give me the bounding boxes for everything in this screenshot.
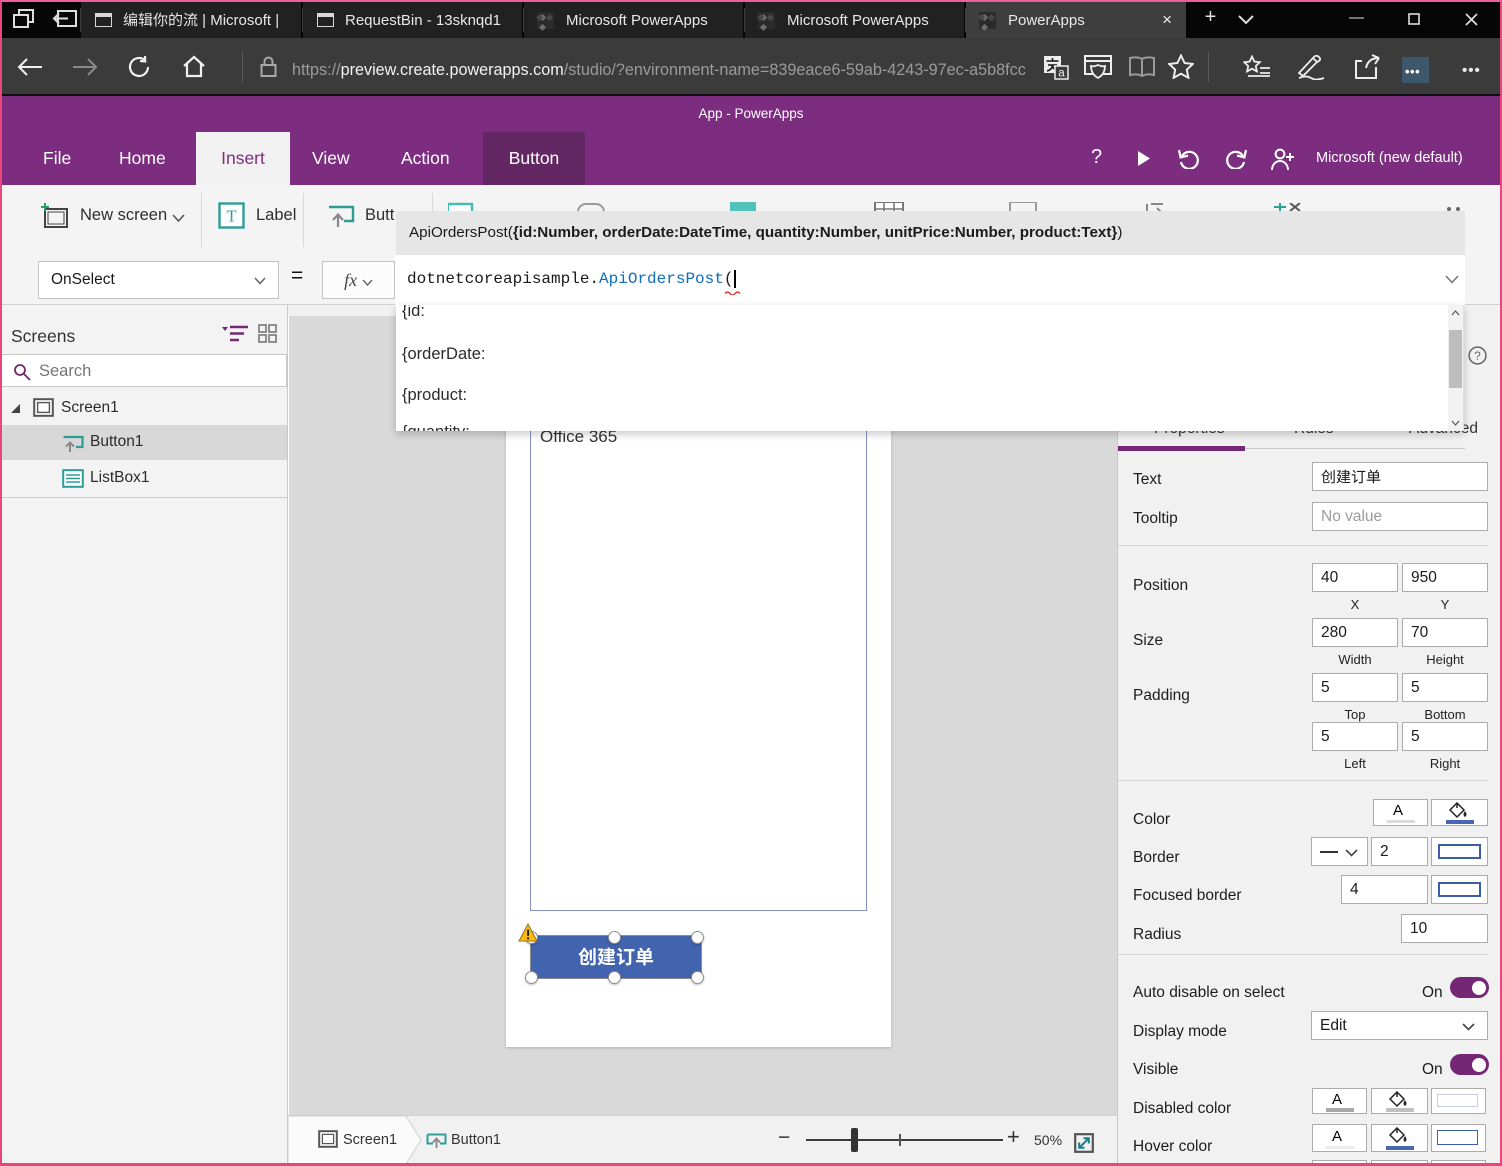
svg-text:T: T <box>226 207 236 226</box>
svg-text:?: ? <box>1474 349 1481 363</box>
svg-text:a: a <box>1058 68 1065 80</box>
